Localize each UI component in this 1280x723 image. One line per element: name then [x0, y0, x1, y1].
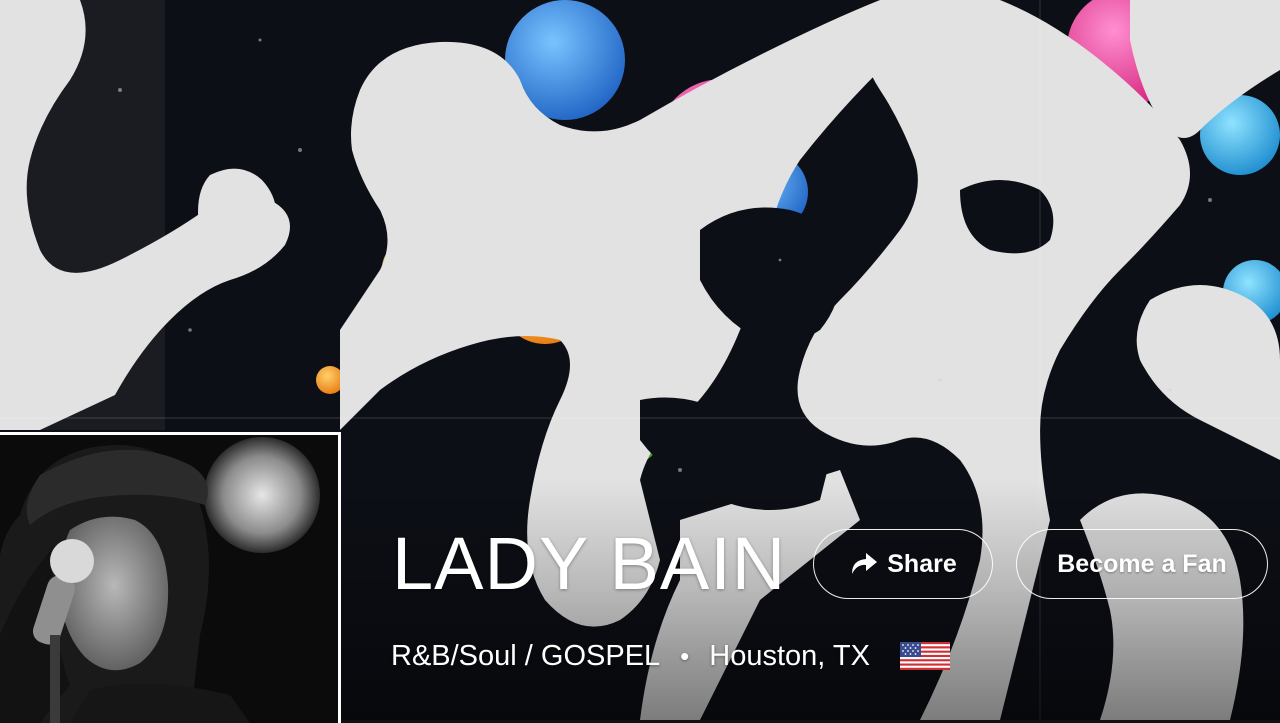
become-fan-button[interactable]: Become a Fan [1016, 529, 1268, 599]
become-fan-button-label: Become a Fan [1057, 549, 1227, 578]
meta-separator: • [680, 640, 690, 671]
share-button[interactable]: Share [813, 529, 993, 599]
avatar-photo [0, 435, 338, 723]
artist-avatar[interactable] [0, 432, 341, 723]
artist-meta: R&B/Soul / GOSPEL • Houston, TX [391, 636, 950, 676]
artist-location[interactable]: Houston, TX [709, 640, 870, 673]
share-arrow-icon [852, 553, 878, 574]
artist-name: LADY BAIN [392, 522, 787, 605]
us-flag-icon [899, 642, 950, 670]
artist-genre[interactable]: R&B/Soul / GOSPEL [391, 640, 660, 673]
share-button-label: Share [887, 549, 957, 578]
